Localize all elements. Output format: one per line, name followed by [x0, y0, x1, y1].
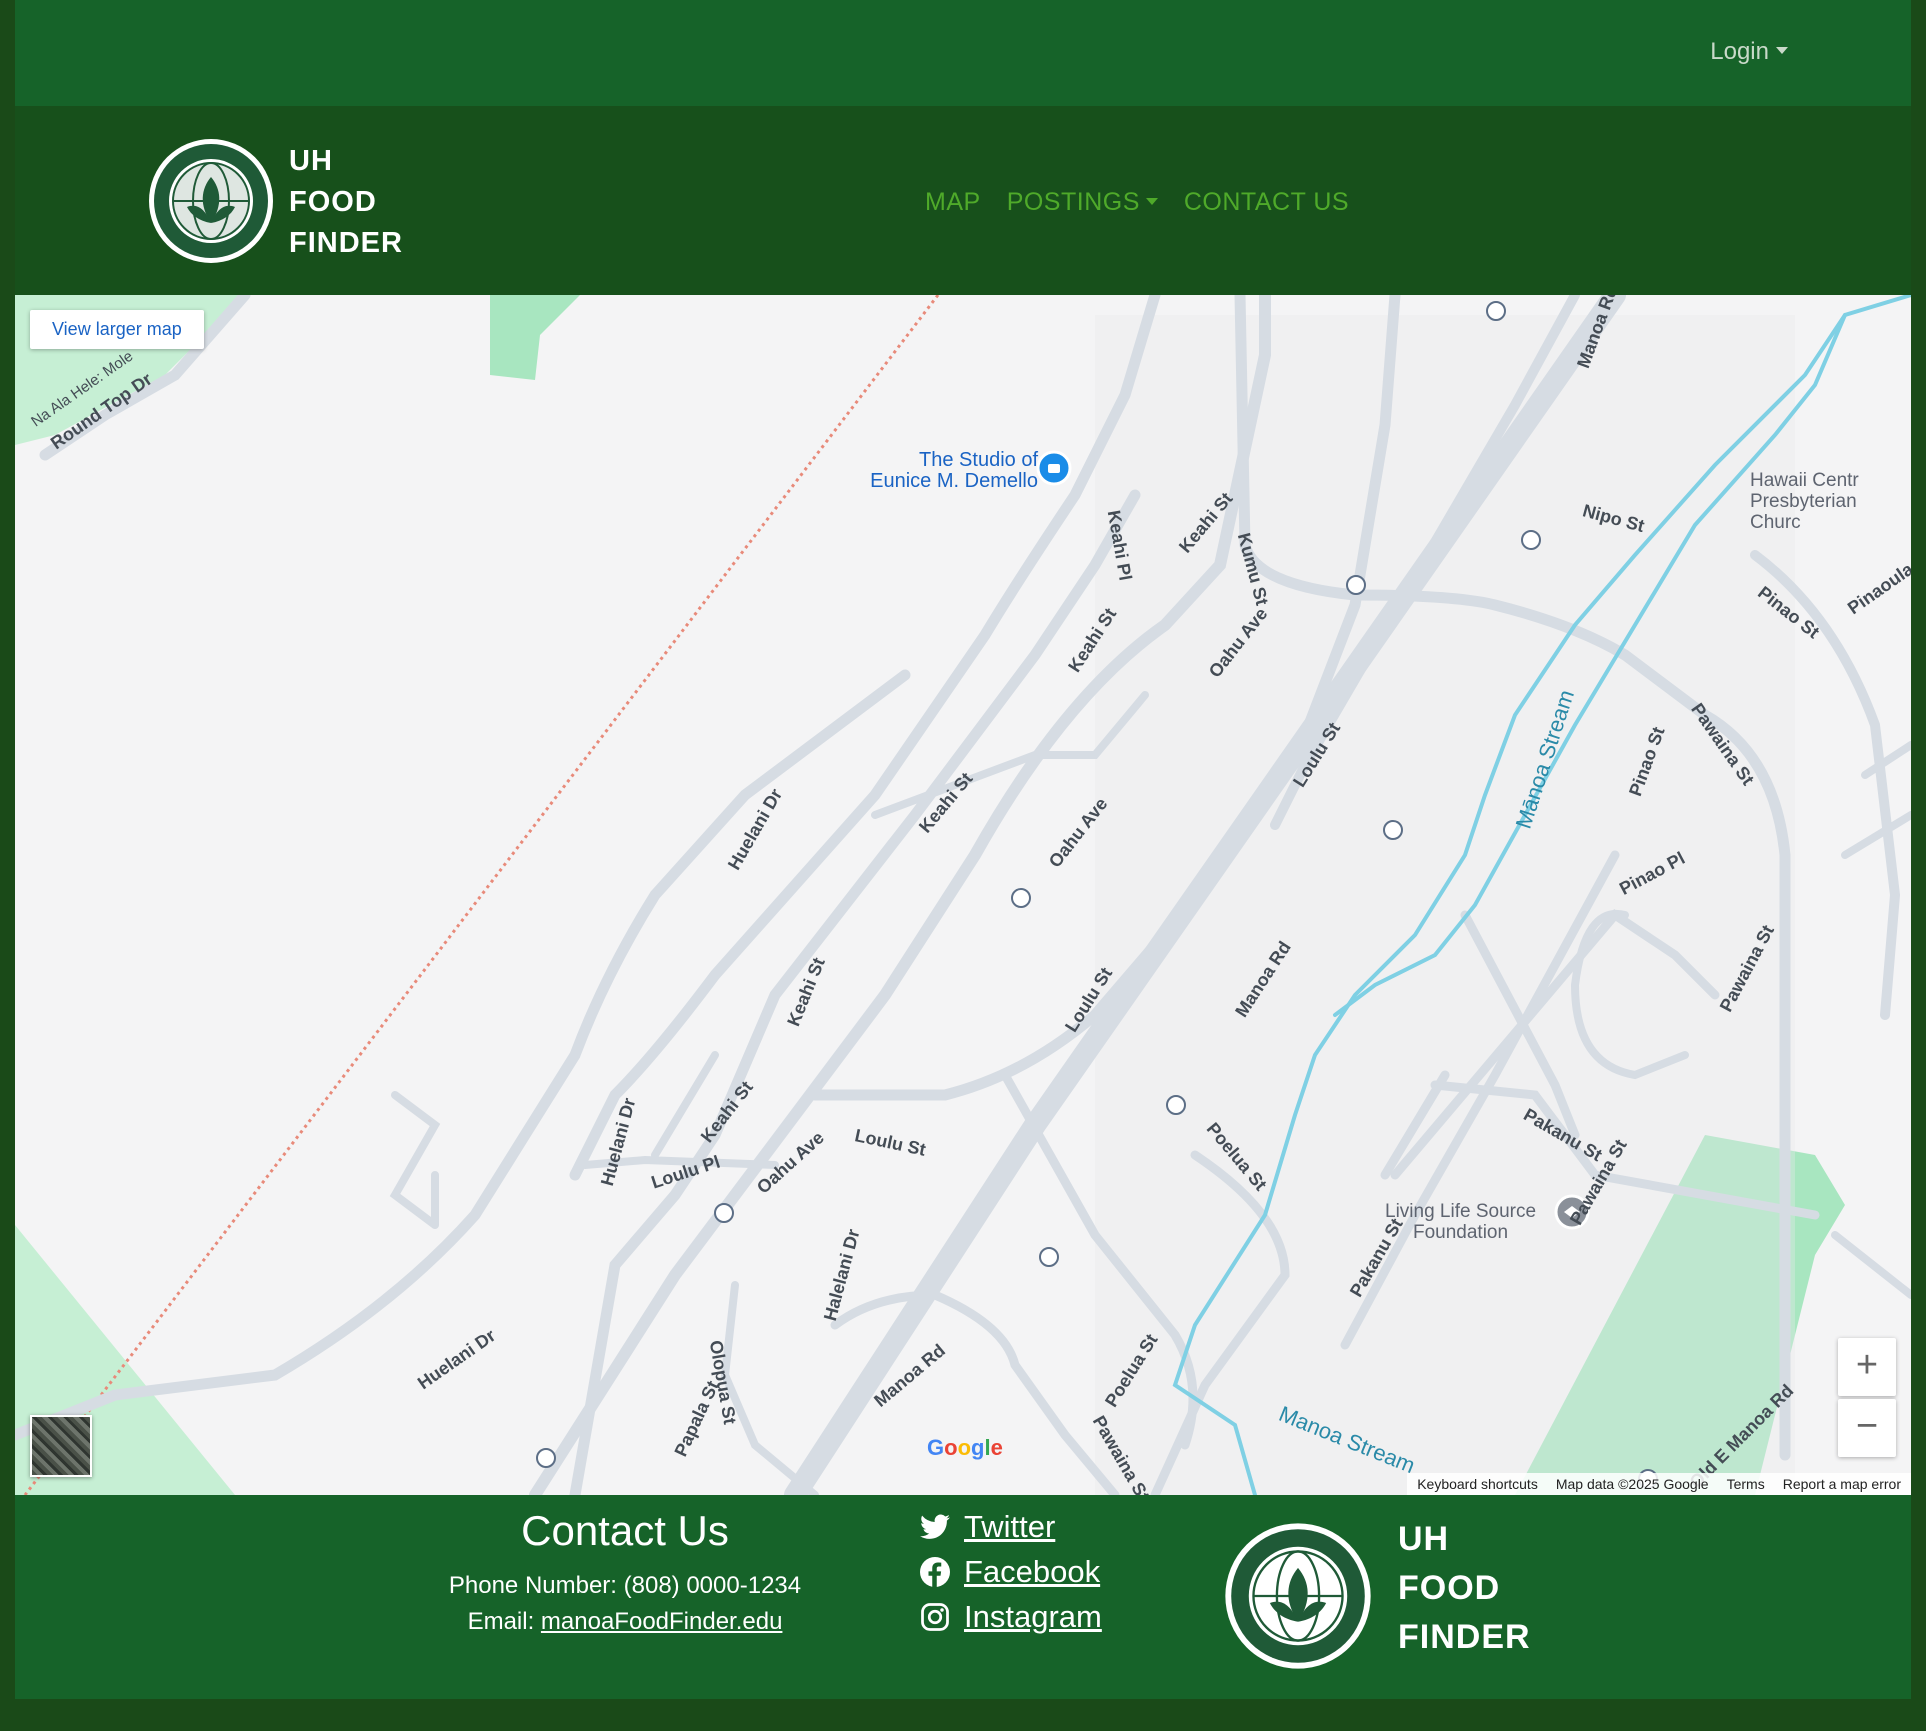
chevron-down-icon	[1145, 198, 1158, 205]
google-logo: Google	[927, 1435, 1003, 1460]
facebook-icon	[920, 1557, 950, 1587]
poi-studio-line1: The Studio of	[919, 449, 1038, 471]
footer: Contact Us Phone Number: (808) 0000-1234…	[15, 1495, 1911, 1699]
poi-living-life-source[interactable]: Living Life Source Foundation	[1385, 1201, 1536, 1243]
uh-seal-logo[interactable]	[147, 137, 275, 265]
chevron-down-icon	[1776, 47, 1788, 54]
facebook-link[interactable]: Facebook	[964, 1554, 1100, 1590]
poi-studio-eunice[interactable]: The Studio of Eunice M. Demello	[843, 450, 1038, 492]
page-frame: Login UH FOOD FINDER MAP POSTINGS CONTAC…	[15, 0, 1911, 1731]
poi-living-line1: Living Life Source	[1385, 1201, 1537, 1222]
map-data-label: Map data ©2025 Google	[1555, 1476, 1709, 1492]
footer-instagram[interactable]: Instagram	[920, 1599, 1102, 1635]
navbar: UH FOOD FINDER MAP POSTINGS CONTACT US	[15, 106, 1911, 295]
poi-studio-line2: Eunice M. Demello	[870, 470, 1038, 492]
main-nav: MAP POSTINGS CONTACT US	[925, 188, 1349, 217]
footer-brand-wordmark: UH FOOD FINDER	[1398, 1515, 1531, 1662]
poi-hawaii-central-presbyterian[interactable]: Hawaii Centr Presbyterian Churc	[1750, 470, 1911, 533]
top-bar: Login	[15, 0, 1911, 106]
footer-phone: Phone Number: (808) 0000-1234	[448, 1572, 802, 1599]
nav-postings-label: POSTINGS	[1006, 188, 1140, 216]
instagram-link[interactable]: Instagram	[964, 1599, 1102, 1635]
instagram-icon	[921, 1603, 949, 1631]
brand-line-1: UH	[289, 145, 333, 177]
nav-postings-dropdown[interactable]: POSTINGS	[1007, 188, 1158, 217]
footer-facebook[interactable]: Facebook	[920, 1554, 1100, 1590]
footer-email-label: Email:	[467, 1608, 541, 1635]
footer-email-line: Email: manoaFoodFinder.edu	[395, 1608, 855, 1636]
login-dropdown[interactable]: Login	[1710, 38, 1788, 66]
brand-line-1: UH	[1398, 1520, 1450, 1558]
zoom-in-button[interactable]: +	[1838, 1338, 1896, 1396]
brand-line-2: FOOD	[1398, 1569, 1501, 1607]
footer-twitter[interactable]: Twitter	[920, 1509, 1055, 1545]
poi-hawaii-line1: Hawaii Centr	[1750, 470, 1859, 491]
embedded-map[interactable]: View larger map The Studio of Eunice M. …	[15, 295, 1911, 1495]
satellite-toggle[interactable]	[30, 1415, 92, 1477]
zoom-out-button[interactable]: −	[1838, 1399, 1896, 1457]
footer-contact-title: Contact Us	[521, 1507, 729, 1554]
brand-wordmark[interactable]: UH FOOD FINDER	[289, 141, 403, 264]
brand-line-3: FINDER	[1398, 1618, 1531, 1656]
nav-contact-us[interactable]: CONTACT US	[1184, 188, 1349, 217]
brand-line-2: FOOD	[289, 186, 377, 218]
nav-map[interactable]: MAP	[925, 188, 981, 217]
poi-hawaii-line2: Presbyterian Churc	[1750, 491, 1857, 533]
view-larger-map-button[interactable]: View larger map	[30, 310, 204, 349]
uh-seal-logo	[1225, 1523, 1371, 1669]
brand-line-3: FINDER	[289, 227, 403, 259]
map-attribution: Keyboard shortcuts Map data ©2025 Google…	[1407, 1473, 1911, 1495]
keyboard-shortcuts-link[interactable]: Keyboard shortcuts	[1417, 1476, 1538, 1492]
twitter-link[interactable]: Twitter	[964, 1509, 1055, 1545]
footer-email-link[interactable]: manoaFoodFinder.edu	[541, 1608, 783, 1635]
twitter-icon	[920, 1514, 950, 1539]
terms-link[interactable]: Terms	[1727, 1476, 1765, 1492]
report-map-error-link[interactable]: Report a map error	[1783, 1476, 1901, 1492]
login-label: Login	[1710, 38, 1769, 65]
